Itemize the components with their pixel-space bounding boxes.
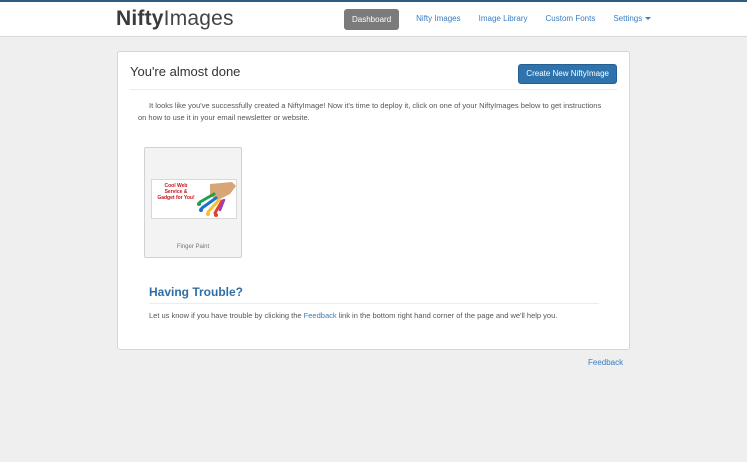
nav-settings-label: Settings bbox=[613, 14, 643, 23]
nav-image-library[interactable]: Image Library bbox=[479, 8, 528, 30]
title-divider bbox=[130, 89, 617, 90]
feedback-inline-link[interactable]: Feedback bbox=[304, 311, 337, 320]
image-card-label: Finger Paint bbox=[176, 244, 210, 250]
main-nav: Dashboard Nifty Images Image Library Cus… bbox=[344, 8, 669, 30]
nav-nifty-images[interactable]: Nifty Images bbox=[416, 8, 460, 30]
image-thumbnail: Cool Web Service & Gadget for You! bbox=[151, 179, 237, 219]
trouble-text-after: link in the bottom right hand corner of … bbox=[336, 311, 558, 320]
nifty-images-logo[interactable]: NiftyImages bbox=[116, 6, 234, 32]
trouble-divider bbox=[149, 303, 599, 304]
nav-settings[interactable]: Settings bbox=[613, 8, 652, 30]
create-new-niftyimage-button[interactable]: Create New NiftyImage bbox=[518, 64, 617, 84]
nav-custom-fonts[interactable]: Custom Fonts bbox=[546, 8, 596, 30]
caret-down-icon bbox=[645, 17, 652, 21]
painted-hand-icon bbox=[197, 182, 236, 217]
trouble-text: Let us know if you have trouble by click… bbox=[149, 311, 557, 320]
logo-light-text: Images bbox=[163, 7, 234, 30]
intro-text: It looks like you've successfully create… bbox=[138, 101, 602, 122]
page-title: You're almost done bbox=[130, 64, 241, 79]
having-trouble-heading: Having Trouble? bbox=[149, 285, 244, 299]
main-panel: You're almost done Create New NiftyImage… bbox=[117, 51, 630, 350]
image-card-finger-paint[interactable]: Cool Web Service & Gadget for You! Finge… bbox=[144, 147, 242, 258]
logo-bold-text: Nifty bbox=[116, 7, 164, 30]
footer-feedback-link[interactable]: Feedback bbox=[588, 358, 623, 367]
trouble-text-before: Let us know if you have trouble by click… bbox=[149, 311, 304, 320]
nav-dashboard[interactable]: Dashboard bbox=[344, 8, 400, 30]
top-navbar: NiftyImages Dashboard Nifty Images Image… bbox=[0, 0, 747, 37]
